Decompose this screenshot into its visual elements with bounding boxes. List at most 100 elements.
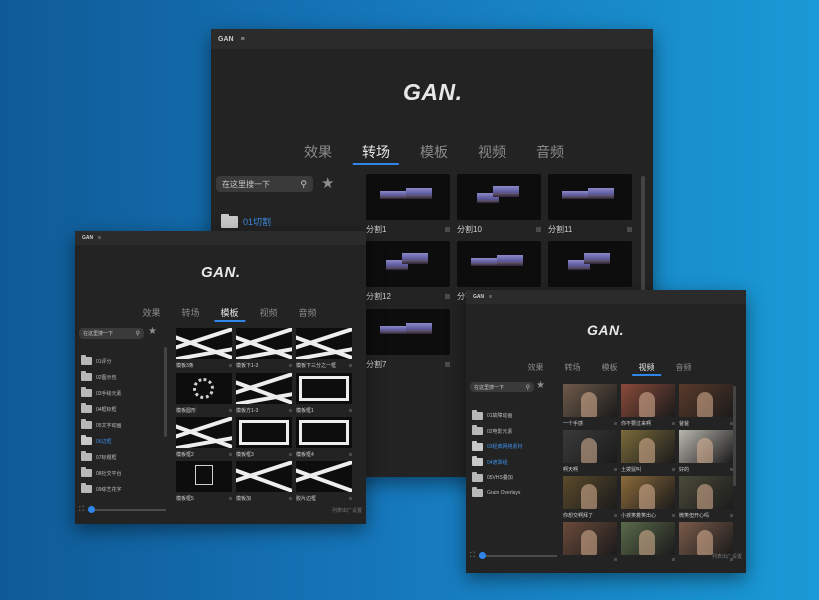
tab-item[interactable]: 视频 [628,362,665,373]
template-item[interactable]: 模板圆形 [176,373,232,414]
favorite-icon[interactable] [349,409,352,412]
template-item[interactable]: 模板框3 [236,417,292,458]
search-input[interactable]: 在这里搜一下 ⚲ [79,328,144,339]
search-icon[interactable]: ⚲ [136,330,140,337]
favorite-icon[interactable] [536,227,541,232]
video-item[interactable]: 土拨鼠叫 [621,430,675,473]
template-item[interactable]: 模板下1-3 [236,328,292,369]
folder-item[interactable]: 01切割 [221,213,271,228]
folder-item[interactable]: 01故障动画 [472,408,523,424]
folder-item[interactable]: Grain Overlays [472,486,523,502]
favorite-icon[interactable] [289,364,292,367]
favorite-icon[interactable] [349,453,352,456]
folder-item[interactable]: 02电影元素 [472,424,523,440]
tab-item[interactable]: 视频 [463,142,521,162]
template-item[interactable]: 模板3条 [176,328,232,369]
scrollbar[interactable] [733,386,736,486]
favorite-icon[interactable] [672,468,675,471]
favorite-icon[interactable] [289,409,292,412]
zoom-slider[interactable] [87,506,166,513]
scrollbar[interactable] [641,176,645,296]
template-item[interactable]: 胶片边框 [296,461,352,502]
template-item[interactable]: 模板框5 [176,461,232,502]
video-item[interactable]: 微笑但开心吗 [679,476,733,519]
folder-item[interactable]: 05文字动画 [81,417,122,433]
tab-item[interactable]: 音频 [521,142,579,162]
favorite-star-icon[interactable]: ★ [148,326,157,337]
fullscreen-icon[interactable]: ⛶ [79,506,84,514]
folder-item[interactable]: 04框标框 [81,401,122,417]
footer-hint[interactable]: 列表出厂设置 [332,507,362,514]
transition-item[interactable]: 分割7 [366,309,450,370]
scrollbar[interactable] [164,347,167,437]
favorite-icon[interactable] [289,453,292,456]
menu-icon[interactable]: ≡ [241,36,245,43]
search-input[interactable]: 在这里搜一下 ⚲ [216,176,313,192]
fullscreen-icon[interactable]: ⛶ [470,552,475,560]
folder-item[interactable]: 06边框 [81,433,122,449]
favorite-icon[interactable] [349,497,352,500]
favorite-star-icon[interactable]: ★ [321,174,334,192]
favorite-icon[interactable] [289,497,292,500]
tab-item[interactable]: 效果 [132,306,171,319]
video-item[interactable]: 啊天啊 [563,430,617,473]
template-item[interactable]: 模板框1 [296,373,352,414]
template-item[interactable]: 模板框4 [296,417,352,458]
favorite-icon[interactable] [730,514,733,517]
search-icon[interactable]: ⚲ [526,384,530,391]
search-input[interactable]: 在这里搜一下 ⚲ [470,382,534,392]
video-item[interactable]: 小孩笑着笑出心 [621,476,675,519]
transition-item[interactable]: 分割1 [366,174,450,235]
favorite-star-icon[interactable]: ★ [536,380,545,391]
folder-item[interactable]: 09综艺花字 [81,481,122,497]
favorite-icon[interactable] [349,364,352,367]
transition-item[interactable]: 分割10 [457,174,541,235]
favorite-icon[interactable] [614,514,617,517]
favorite-icon[interactable] [445,294,450,299]
video-item[interactable]: 你不要过来啊 [621,384,675,427]
favorite-icon[interactable] [229,453,232,456]
transition-item[interactable]: 分割12 [366,241,450,302]
video-item[interactable]: 一个手感 [563,384,617,427]
search-icon[interactable]: ⚲ [300,179,307,190]
favorite-icon[interactable] [229,364,232,367]
template-item[interactable]: 模板方1-3 [236,373,292,414]
video-item[interactable]: 好的 [679,430,733,473]
favorite-icon[interactable] [229,497,232,500]
tab-item[interactable]: 效果 [517,362,554,373]
favorite-icon[interactable] [229,409,232,412]
favorite-icon[interactable] [672,514,675,517]
footer-hint[interactable]: 列表出厂设置 [712,553,742,560]
tab-item[interactable]: 转场 [347,142,405,162]
favorite-icon[interactable] [445,227,450,232]
template-item[interactable]: 模板加 [236,461,292,502]
favorite-icon[interactable] [627,227,632,232]
transition-item[interactable]: 分割11 [548,174,632,235]
template-item[interactable]: 模板下三分之一框 [296,328,352,369]
tab-item[interactable]: 效果 [289,142,347,162]
tab-item[interactable]: 模板 [210,306,249,319]
tab-item[interactable]: 音频 [665,362,702,373]
favorite-icon[interactable] [445,362,450,367]
tab-item[interactable]: 模板 [405,142,463,162]
template-item[interactable]: 模板框2 [176,417,232,458]
folder-item[interactable]: 08社交平台 [81,465,122,481]
menu-icon[interactable]: ≡ [98,235,101,241]
folder-item[interactable]: 04遮罩组 [472,455,523,471]
folder-item[interactable]: 01评分 [81,353,122,369]
folder-item[interactable]: 07标题框 [81,449,122,465]
tab-item[interactable]: 转场 [554,362,591,373]
tab-item[interactable]: 视频 [249,306,288,319]
folder-item[interactable]: 05VHS叠加 [472,470,523,486]
tab-item[interactable]: 模板 [591,362,628,373]
folder-item[interactable]: 03经典网络素材 [472,439,523,455]
video-item[interactable]: 你想交啊拜了 [563,476,617,519]
tab-item[interactable]: 音频 [288,306,327,319]
favorite-icon[interactable] [672,422,675,425]
favorite-icon[interactable] [614,468,617,471]
menu-icon[interactable]: ≡ [489,294,492,300]
zoom-slider[interactable] [478,552,557,559]
tab-item[interactable]: 转场 [171,306,210,319]
folder-item[interactable]: 03手绘元素 [81,385,122,401]
folder-item[interactable]: 02图示包 [81,369,122,385]
